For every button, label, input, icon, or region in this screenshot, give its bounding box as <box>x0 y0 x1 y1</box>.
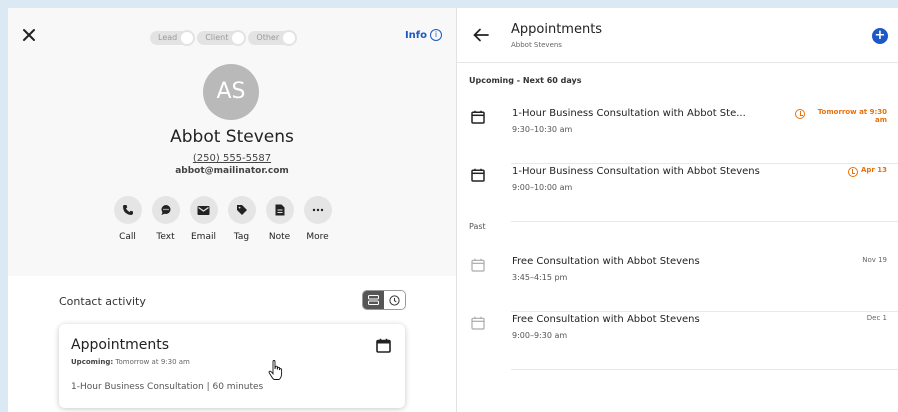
email-label: Email <box>191 232 216 242</box>
calendar-icon <box>471 168 485 182</box>
clock-icon <box>389 294 400 306</box>
contact-activity-heading: Contact activity <box>59 295 146 308</box>
card-upcoming: Upcoming: Tomorrow at 9:30 am <box>71 358 190 366</box>
calendar-icon <box>471 258 485 272</box>
appointment-item[interactable]: 1-Hour Business Consultation with Abbot … <box>457 106 898 164</box>
chat-icon <box>161 205 170 215</box>
appointments-panel: Appointments Abbot Stevens + Upcoming - … <box>456 8 898 412</box>
call-action[interactable]: Call <box>111 196 144 242</box>
appointments-card[interactable]: Appointments Upcoming: Tomorrow at 9:30 … <box>59 324 405 408</box>
call-button[interactable] <box>113 196 142 224</box>
appointment-title: 1-Hour Business Consultation with Abbot … <box>512 166 760 177</box>
add-appointment-button[interactable]: + <box>872 28 888 44</box>
appointment-date: Nov 19 <box>862 256 887 264</box>
call-label: Call <box>119 232 136 242</box>
appointment-date: Tomorrow at 9:30 am <box>795 108 887 124</box>
tag-action[interactable]: Tag <box>225 196 258 242</box>
plus-icon: + <box>874 28 886 43</box>
note-action[interactable]: Note <box>263 196 296 242</box>
calendar-icon <box>376 338 391 353</box>
appointment-item[interactable]: Free Consultation with Abbot Stevens 9:0… <box>457 312 898 370</box>
mail-icon <box>197 205 210 215</box>
phone-icon <box>122 205 133 215</box>
back-arrow-icon[interactable] <box>473 28 489 42</box>
more-action[interactable]: More <box>301 196 334 242</box>
appointment-time: 9:30–10:30 am <box>512 125 573 134</box>
stage-dot <box>230 30 247 46</box>
avatar: AS <box>203 64 259 120</box>
list-icon <box>368 295 379 305</box>
text-button[interactable] <box>151 196 180 224</box>
appointment-date-text: Apr 13 <box>860 166 887 174</box>
appointment-time: 9:00–9:30 am <box>512 331 568 340</box>
tag-icon <box>236 205 247 215</box>
appointment-time: 9:00–10:00 am <box>512 183 573 192</box>
more-button[interactable] <box>303 196 332 224</box>
calendar-icon <box>471 110 485 124</box>
list-view-button[interactable] <box>363 291 384 309</box>
info-icon: i <box>430 29 442 41</box>
email-action[interactable]: Email <box>187 196 220 242</box>
info-label: Info <box>404 29 427 41</box>
appointment-date: Dec 1 <box>866 314 887 322</box>
calendar-icon <box>471 316 485 330</box>
close-icon[interactable] <box>20 26 38 44</box>
note-button[interactable] <box>265 196 294 224</box>
stage-dot <box>281 30 298 46</box>
tag-label: Tag <box>233 232 250 242</box>
card-upcoming-value: Tomorrow at 9:30 am <box>115 358 190 366</box>
clock-icon <box>847 167 858 177</box>
email-button[interactable] <box>189 196 218 224</box>
note-label: Note <box>268 232 291 242</box>
appointment-item[interactable]: 1-Hour Business Consultation with Abbot … <box>457 164 898 222</box>
stage-label: Other <box>248 31 286 45</box>
card-title: Appointments <box>71 337 170 353</box>
appointment-title: Free Consultation with Abbot Stevens <box>512 314 700 325</box>
appointment-date-text: Tomorrow at 9:30 am <box>817 108 887 124</box>
appointment-item[interactable]: Free Consultation with Abbot Stevens 3:4… <box>457 254 898 312</box>
text-action[interactable]: Text <box>149 196 182 242</box>
text-label: Text <box>156 232 175 242</box>
stage-label: Client <box>197 31 235 45</box>
past-section-heading: Past <box>469 222 486 231</box>
header-divider <box>457 62 898 63</box>
appointment-time: 3:45–4:15 pm <box>512 273 568 282</box>
contact-actions: Call Text Email Tag Note More <box>111 196 334 242</box>
contact-email: abbot@mailinator.com <box>175 166 289 176</box>
note-icon <box>275 204 284 216</box>
stage-client[interactable]: Client <box>197 30 248 46</box>
panel-title: Appointments <box>511 22 603 37</box>
history-view-button[interactable] <box>384 291 405 309</box>
contact-phone-link[interactable]: (250) 555-5587 <box>8 153 456 164</box>
more-icon <box>312 208 323 212</box>
clock-icon <box>795 109 805 119</box>
stage-lead[interactable]: Lead <box>150 30 197 46</box>
pipeline-stages: Lead Client Other <box>150 30 299 46</box>
panel-subtitle: Abbot Stevens <box>511 41 562 49</box>
appointment-title: 1-Hour Business Consultation with Abbot … <box>512 108 746 119</box>
divider <box>511 221 898 222</box>
contact-panel: Lead Client Other Info i AS Abbot Steven… <box>8 8 456 412</box>
stage-other[interactable]: Other <box>248 30 299 46</box>
info-button[interactable]: Info i <box>405 29 442 41</box>
divider <box>511 369 898 370</box>
hand-cursor-icon <box>268 360 283 380</box>
tag-button[interactable] <box>227 196 256 224</box>
card-detail: 1-Hour Business Consultation | 60 minute… <box>71 382 264 392</box>
more-label: More <box>306 232 329 242</box>
contact-name: Abbot Stevens <box>170 127 294 147</box>
card-upcoming-label: Upcoming: <box>71 358 114 366</box>
contact-header: Lead Client Other Info i AS Abbot Steven… <box>8 8 456 276</box>
stage-dot <box>179 30 196 46</box>
upcoming-section-heading: Upcoming - Next 60 days <box>469 76 582 85</box>
appointment-date: Apr 13 <box>847 166 887 177</box>
view-toggle <box>362 290 406 310</box>
appointment-title: Free Consultation with Abbot Stevens <box>512 256 700 267</box>
